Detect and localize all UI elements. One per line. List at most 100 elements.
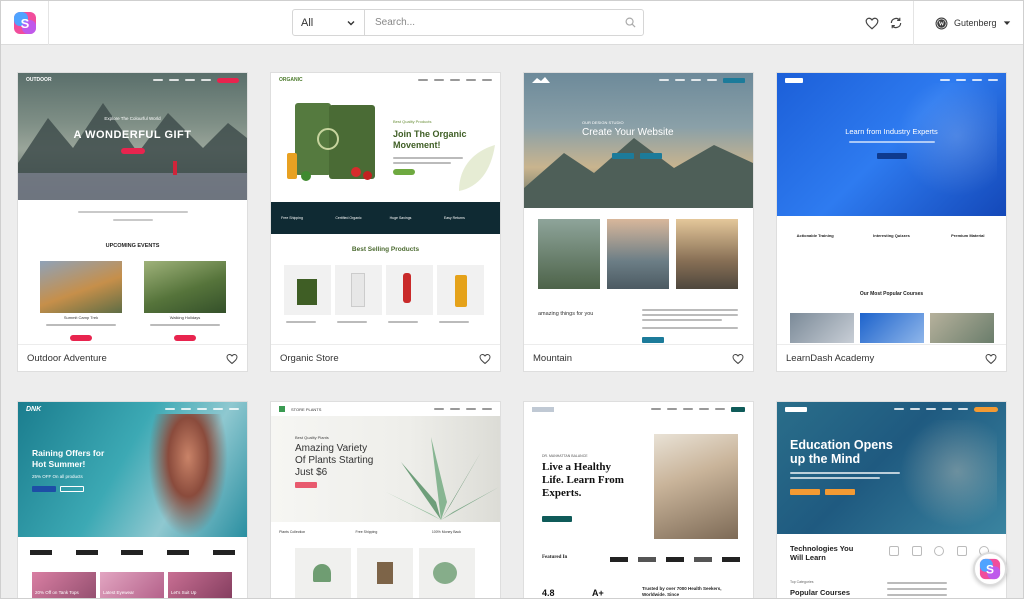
preview-section: Our Most Popular Courses bbox=[859, 291, 924, 297]
preview-nav bbox=[777, 402, 1006, 416]
template-library: S All W Gutenberg bbox=[0, 0, 1024, 599]
preview-offer: 25% OFF On all products bbox=[32, 474, 83, 479]
favorite-heart-icon[interactable] bbox=[732, 353, 744, 365]
preview-kicker: OUR DESIGN STUDIO bbox=[582, 120, 624, 125]
preview-feature: Certified Organic bbox=[335, 216, 362, 220]
preview-tile: 20% Off on Tank Tops bbox=[35, 590, 79, 595]
preview-hero-line-1: Live a Healthy bbox=[542, 461, 612, 473]
header-divider bbox=[913, 1, 914, 45]
preview-hero: A WONDERFUL GIFT bbox=[73, 129, 192, 141]
category-select[interactable]: All bbox=[293, 10, 365, 35]
preview-feature: Premium Material bbox=[951, 233, 985, 238]
preview-section: Best Selling Products bbox=[351, 246, 420, 253]
preview-featured: Featured In bbox=[542, 555, 568, 560]
preview-hero: Raining Offers for Hot Summer! bbox=[32, 448, 104, 470]
preview-hero: Learn from Industry Experts bbox=[845, 127, 938, 136]
template-name: Outdoor Adventure bbox=[27, 353, 107, 364]
search-input[interactable] bbox=[365, 10, 617, 35]
template-card-plants[interactable]: STORE PLANTS Best Quality Plants Amazing… bbox=[270, 401, 501, 598]
template-card-outdoor-adventure[interactable]: OUTDOOR Explore The Colourful World A WO… bbox=[17, 72, 248, 372]
preview-kicker: Best Quality Plants bbox=[295, 435, 329, 440]
template-card-health[interactable]: DR. MANHATTAN BALANCE Live a Healthy Lif… bbox=[523, 401, 754, 598]
template-card-travel[interactable]: DNK Raining Offers for Hot Summer! 25% O… bbox=[17, 401, 248, 598]
favorite-heart-icon[interactable] bbox=[479, 353, 491, 365]
preview-feature: Actionable Training bbox=[796, 233, 834, 238]
search-bar: All bbox=[292, 9, 644, 36]
preview-features: Actionable Training Interesting Quizzes … bbox=[777, 233, 1006, 238]
preview-section: UPCOMING EVENTS bbox=[105, 243, 160, 249]
card-footer: Mountain bbox=[524, 344, 753, 371]
preview-features: Plants Collection Free Shipping 100% Mon… bbox=[271, 530, 500, 534]
preview-hero: Amazing Variety Of Plants Starting Just … bbox=[295, 443, 373, 479]
preview-hero-line-1: Raining Offers for bbox=[32, 448, 105, 458]
preview-nav: STORE PLANTS bbox=[271, 402, 500, 416]
template-card-mountain[interactable]: OUR DESIGN STUDIO Create Your Website am… bbox=[523, 72, 754, 372]
preview-feature: Plants Collection bbox=[279, 530, 306, 534]
preview-label: Top Categories bbox=[790, 580, 814, 584]
preview-feature: Huge Savings bbox=[389, 216, 412, 220]
preview-nav bbox=[524, 402, 753, 416]
template-preview: DR. MANHATTAN BALANCE Live a Healthy Lif… bbox=[524, 402, 753, 598]
preview-hero-line-2: Hot Summer! bbox=[32, 459, 86, 469]
preview-feature: 100% Money Back bbox=[431, 530, 461, 534]
preview-brand: ORGANIC bbox=[279, 77, 303, 83]
preview-hero-line-3: Experts. bbox=[542, 487, 582, 499]
app-logo[interactable]: S bbox=[1, 1, 49, 45]
preview-trusted: Trusted by over 7000 Health Seekers, Wor… bbox=[642, 586, 722, 597]
favorite-heart-icon[interactable] bbox=[985, 353, 997, 365]
svg-text:S: S bbox=[20, 16, 29, 31]
preview-brand: OUTDOOR bbox=[26, 77, 52, 83]
preview-feature: Free Shipping bbox=[355, 530, 378, 534]
preview-feature: Interesting Quizzes bbox=[873, 233, 910, 238]
page-builder-label: Gutenberg bbox=[954, 18, 997, 28]
card-footer: Outdoor Adventure bbox=[18, 344, 247, 371]
preview-tile: Latest Eyewear bbox=[103, 590, 135, 595]
template-name: LearnDash Academy bbox=[786, 353, 875, 364]
template-preview: DNK Raining Offers for Hot Summer! 25% O… bbox=[18, 402, 247, 598]
starter-templates-logo-icon: S bbox=[13, 12, 36, 34]
refresh-icon[interactable] bbox=[887, 14, 905, 32]
preview-hero-line-2: up the Mind bbox=[790, 452, 861, 466]
svg-text:W: W bbox=[939, 21, 945, 27]
template-preview: ORGANIC Best Quality Products Join The O… bbox=[271, 73, 500, 343]
search-icon[interactable] bbox=[617, 10, 643, 35]
template-preview: OUR DESIGN STUDIO Create Your Website am… bbox=[524, 73, 753, 343]
template-preview: OUTDOOR Explore The Colourful World A WO… bbox=[18, 73, 247, 343]
preview-nav: DNK bbox=[18, 402, 247, 416]
preview-subheading: Technologies You Will Learn bbox=[790, 544, 853, 562]
preview-hero: Create Your Website bbox=[582, 127, 674, 138]
template-card-learndash-academy[interactable]: Learn from Industry Experts Actionable T… bbox=[776, 72, 1007, 372]
template-card-organic-store[interactable]: ORGANIC Best Quality Products Join The O… bbox=[270, 72, 501, 372]
category-select-value: All bbox=[301, 16, 314, 29]
preview-hero-line-3: Just $6 bbox=[295, 467, 328, 478]
preview-nav: ORGANIC bbox=[271, 73, 500, 87]
header-bar: S All W Gutenberg bbox=[1, 1, 1023, 45]
favorites-heart-icon[interactable] bbox=[863, 14, 881, 32]
chevron-down-icon bbox=[347, 20, 355, 25]
preview-stat-1: 4.8 bbox=[542, 588, 555, 598]
preview-feature-strip: Free Shipping Certified Organic Huge Sav… bbox=[271, 202, 500, 234]
preview-subheading-line-2: Will Learn bbox=[790, 553, 826, 562]
preview-cta bbox=[121, 148, 145, 154]
preview-hero: Live a Healthy Life. Learn From Experts. bbox=[542, 461, 624, 500]
preview-brand: DNK bbox=[26, 405, 42, 413]
preview-tile: Let's Suit Up bbox=[171, 590, 197, 595]
preview-hero-line-2: Of Plants Starting bbox=[295, 455, 374, 466]
preview-feature: Free Shipping bbox=[281, 216, 303, 220]
preview-feature: Easy Returns bbox=[443, 216, 465, 220]
starter-templates-logo-icon: S bbox=[979, 558, 1001, 580]
caret-down-icon bbox=[1003, 21, 1010, 25]
page-builder-select[interactable]: W Gutenberg bbox=[935, 13, 1011, 33]
preview-kicker: Best Quality Products bbox=[393, 119, 432, 124]
preview-hero: Education Opens up the Mind bbox=[790, 438, 893, 466]
preview-stat-2: A+ bbox=[592, 588, 604, 598]
svg-text:S: S bbox=[986, 563, 994, 577]
preview-tagline: Explore The Colourful World bbox=[104, 116, 161, 121]
preview-hero-line-2: Life. Learn From bbox=[542, 474, 624, 486]
help-button[interactable]: S bbox=[973, 552, 1007, 586]
preview-kicker: DR. MANHATTAN BALANCE bbox=[542, 454, 588, 458]
favorite-heart-icon[interactable] bbox=[226, 353, 238, 365]
template-name: Organic Store bbox=[280, 353, 339, 364]
preview-nav: OUTDOOR bbox=[18, 73, 247, 87]
preview-nav bbox=[777, 73, 1006, 87]
